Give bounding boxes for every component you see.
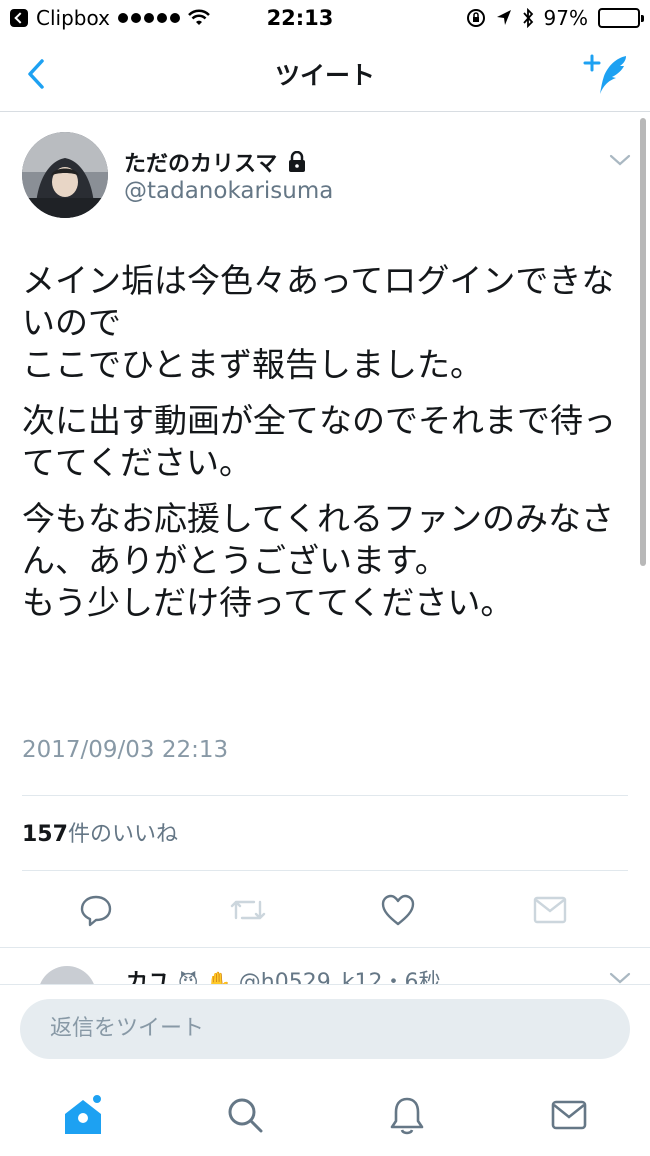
location-icon — [496, 10, 511, 25]
divider — [22, 795, 628, 796]
reply-input[interactable]: 返信をツイート — [20, 999, 630, 1059]
tweet-paragraph-3: 今もなお応援してくれるファンのみなさん、ありがとうございます。 もう少しだけ待っ… — [22, 499, 615, 622]
tab-bar — [0, 1072, 650, 1156]
signal-strength-icon — [117, 13, 180, 23]
avatar-photo — [22, 132, 108, 218]
battery-icon — [598, 8, 644, 28]
status-left: Clipbox — [10, 6, 240, 30]
tab-notifications[interactable] — [382, 1090, 432, 1140]
direct-message-icon — [533, 896, 567, 924]
lock-icon — [289, 151, 306, 172]
wifi-icon — [188, 9, 210, 25]
status-carrier[interactable]: Clipbox — [36, 6, 110, 30]
notifications-icon — [390, 1097, 424, 1135]
nav-bar: ツイート — [0, 36, 650, 112]
reply-icon — [80, 895, 112, 927]
back-button[interactable] — [18, 54, 54, 94]
tab-messages[interactable] — [544, 1090, 594, 1140]
battery-percent: 97% — [543, 6, 588, 30]
chevron-down-icon — [609, 154, 631, 166]
compose-tweet-button[interactable] — [582, 50, 634, 98]
tab-home[interactable] — [58, 1090, 108, 1140]
direct-message-button[interactable] — [530, 890, 570, 930]
tweet-options-button[interactable] — [608, 150, 632, 170]
orientation-lock-icon — [466, 9, 485, 27]
chevron-left-icon — [28, 59, 44, 89]
divider — [22, 870, 628, 871]
like-button[interactable] — [378, 890, 418, 930]
back-to-app-icon[interactable] — [10, 9, 28, 27]
status-time: 22:13 — [266, 6, 334, 30]
reply-button[interactable] — [76, 890, 116, 930]
tab-search[interactable] — [220, 1090, 270, 1140]
author-display-name[interactable]: ただのカリスマ — [124, 146, 277, 178]
tweet-timestamp: 2017/09/03 22:13 — [22, 737, 229, 763]
tweet-paragraph-1: メイン垢は今色々あってログインできないので ここでひとまず報告しました。 — [22, 261, 615, 384]
status-right: 97% — [420, 6, 644, 30]
tweet-text: メイン垢は今色々あってログインできないので ここでひとまず報告しました。 次に出… — [22, 260, 636, 638]
compose-tweet-icon — [583, 54, 626, 94]
likes-count[interactable]: 157件のいいね — [22, 816, 178, 848]
messages-icon — [551, 1100, 587, 1130]
author-avatar[interactable] — [22, 132, 108, 218]
page-title: ツイート — [274, 60, 375, 90]
like-count-label: 件のいいね — [67, 822, 178, 847]
retweet-icon — [230, 900, 266, 920]
scroll-indicator[interactable] — [640, 118, 646, 566]
like-count-number: 157 — [22, 822, 68, 847]
tweet-paragraph-2: 次に出す動画が全てなのでそれまで待っててください。 — [22, 401, 616, 482]
status-bar: Clipbox 22:13 97% — [0, 0, 650, 36]
bluetooth-icon — [522, 8, 533, 28]
home-icon — [65, 1093, 103, 1134]
like-icon — [381, 894, 415, 926]
search-icon — [228, 1098, 263, 1133]
reply-preview[interactable]: カユ 😈 ✋ @h0529_k12・6秒 — [0, 947, 650, 987]
tweet-actions — [0, 880, 650, 940]
author-name[interactable]: ただのカリスマ — [124, 146, 307, 178]
reply-bar: 返信をツイート — [0, 984, 650, 1072]
author-handle[interactable]: @tadanokarisuma — [124, 178, 333, 204]
retweet-button[interactable] — [228, 890, 268, 930]
